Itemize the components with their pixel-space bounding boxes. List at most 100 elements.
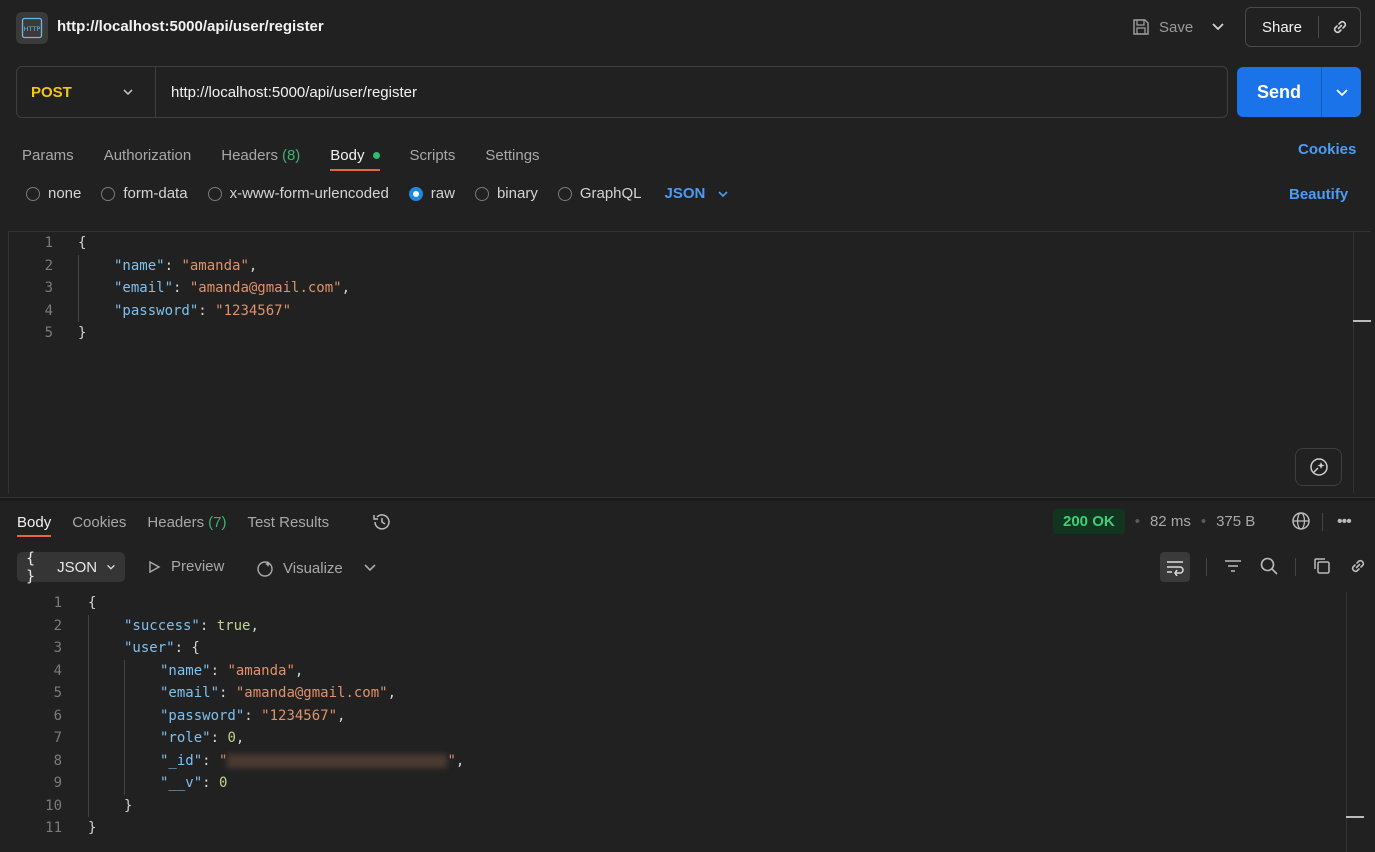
option-label: GraphQL (579, 185, 642, 202)
copy-icon[interactable] (1312, 556, 1332, 579)
tab-headers[interactable]: Headers (8) (221, 140, 300, 170)
copy-link-icon[interactable] (1319, 17, 1360, 37)
json-key: "name" (114, 257, 165, 274)
tab-response-body[interactable]: Body (17, 508, 52, 537)
response-format-select[interactable]: { } JSON (17, 549, 125, 585)
scroll-position-marker (1353, 320, 1371, 322)
code-line: 4 "password": "1234567" (9, 299, 1371, 322)
save-label: Save (1159, 18, 1194, 36)
tab-params[interactable]: Params (22, 140, 74, 170)
status-badge[interactable]: 200 OK (1053, 509, 1125, 534)
link-icon[interactable] (1348, 556, 1368, 579)
body-type-options: none form-data x-www-form-urlencoded raw… (26, 185, 729, 202)
json-key: "success" (124, 617, 200, 634)
body-type-raw[interactable]: raw (408, 185, 455, 202)
code-line: 5 "email": "amanda@gmail.com", (32, 682, 464, 705)
json-key: "role" (160, 730, 211, 746)
filter-icon[interactable] (1223, 557, 1243, 578)
body-type-binary[interactable]: binary (474, 185, 538, 202)
tab-response-cookies[interactable]: Cookies (72, 508, 126, 536)
history-icon[interactable] (371, 512, 393, 535)
body-type-none[interactable]: none (26, 185, 81, 202)
url-input[interactable]: http://localhost:5000/api/user/register (156, 84, 417, 101)
response-body-viewer[interactable]: 1{ 2 "success": true, 3 "user": { 4 "name":… (32, 592, 464, 840)
code-line: 5} (9, 322, 1371, 345)
code-line: 4 "name": "amanda", (32, 659, 464, 682)
raw-format-select[interactable]: JSON (665, 185, 730, 202)
tab-label: Headers (147, 513, 205, 531)
code-punct: , (248, 257, 258, 274)
tab-label: Body (330, 146, 365, 164)
save-options-chevron-icon[interactable] (1209, 16, 1227, 39)
radio-button (557, 186, 572, 201)
chevron-down-icon (107, 564, 115, 570)
ai-assist-button[interactable] (1295, 448, 1342, 486)
request-title: http://localhost:5000/api/user/register (57, 18, 324, 35)
line-number: 6 (53, 707, 62, 724)
response-tools (1160, 552, 1368, 582)
pane-divider[interactable] (0, 497, 1375, 501)
json-key: "password" (114, 302, 199, 319)
format-label: JSON (57, 558, 98, 576)
response-meta: 200 OK • 82 ms • 375 B (1053, 509, 1255, 534)
beautify-button[interactable]: Beautify (1289, 186, 1348, 203)
chevron-down-icon (123, 89, 133, 96)
visualize-button[interactable]: Visualize (255, 558, 343, 578)
line-number: 5 (44, 325, 53, 341)
response-time[interactable]: 82 ms (1150, 513, 1191, 530)
send-options-chevron-icon[interactable] (1322, 84, 1361, 100)
code-line: 3 "email": "amanda@gmail.com", (9, 277, 1371, 300)
wrap-lines-icon[interactable] (1160, 552, 1190, 582)
body-indicator-dot (372, 151, 380, 159)
body-type-urlencoded[interactable]: x-www-form-urlencoded (207, 185, 389, 202)
tab-label: Cookies (72, 513, 127, 531)
tab-label: Params (22, 146, 74, 164)
editor-scrollbar[interactable] (1353, 232, 1371, 493)
save-button[interactable]: Save (1131, 14, 1193, 40)
response-size[interactable]: 375 B (1216, 513, 1255, 530)
headers-count: (7) (208, 513, 227, 531)
body-type-graphql[interactable]: GraphQL (557, 185, 642, 202)
method-select[interactable]: POST (17, 67, 156, 117)
json-key: "_id" (160, 752, 203, 769)
tab-label: Headers (221, 146, 278, 164)
code-line: 10} (32, 794, 464, 817)
divider (1295, 558, 1296, 576)
tab-authorization[interactable]: Authorization (104, 140, 192, 170)
divider (1322, 513, 1323, 531)
tab-body[interactable]: Body (330, 140, 380, 171)
option-label: form-data (123, 185, 188, 202)
redacted-id-value (227, 753, 448, 768)
code-text: { (78, 235, 87, 251)
line-number: 11 (45, 820, 62, 836)
visualize-options-chevron-icon[interactable] (362, 560, 378, 577)
network-globe-icon[interactable] (1291, 511, 1311, 534)
radio-button-selected (408, 186, 423, 201)
body-type-form-data[interactable]: form-data (101, 185, 188, 202)
ai-sparkle-icon (1309, 458, 1328, 476)
code-punct: , (341, 280, 351, 296)
json-key: "email" (160, 685, 220, 701)
share-button[interactable]: Share (1246, 19, 1318, 36)
line-number: 8 (53, 752, 62, 769)
preview-button[interactable]: Preview (147, 558, 224, 575)
visualize-label: Visualize (283, 559, 343, 577)
tab-settings[interactable]: Settings (485, 140, 539, 170)
tab-test-results[interactable]: Test Results (247, 508, 329, 536)
search-icon[interactable] (1259, 556, 1279, 579)
more-options-icon[interactable]: ••• (1337, 513, 1352, 531)
code-line: 2 "success": true, (32, 614, 464, 637)
json-value: "1234567" (261, 707, 338, 724)
radio-button (207, 186, 222, 201)
request-body-editor[interactable]: 1{ 2 "name": "amanda", 3 "email": "amanda@… (8, 231, 1371, 493)
tab-scripts[interactable]: Scripts (410, 140, 456, 170)
cookies-link[interactable]: Cookies (1298, 141, 1356, 158)
send-button[interactable]: Send (1237, 82, 1321, 103)
preview-label: Preview (171, 558, 225, 575)
tab-response-headers[interactable]: Headers (7) (147, 508, 226, 536)
json-value: "amanda" (227, 662, 295, 679)
line-number: 9 (53, 775, 62, 791)
response-scrollbar[interactable] (1346, 592, 1364, 852)
share-button-group: Share (1245, 7, 1361, 47)
option-label: x-www-form-urlencoded (229, 185, 389, 202)
